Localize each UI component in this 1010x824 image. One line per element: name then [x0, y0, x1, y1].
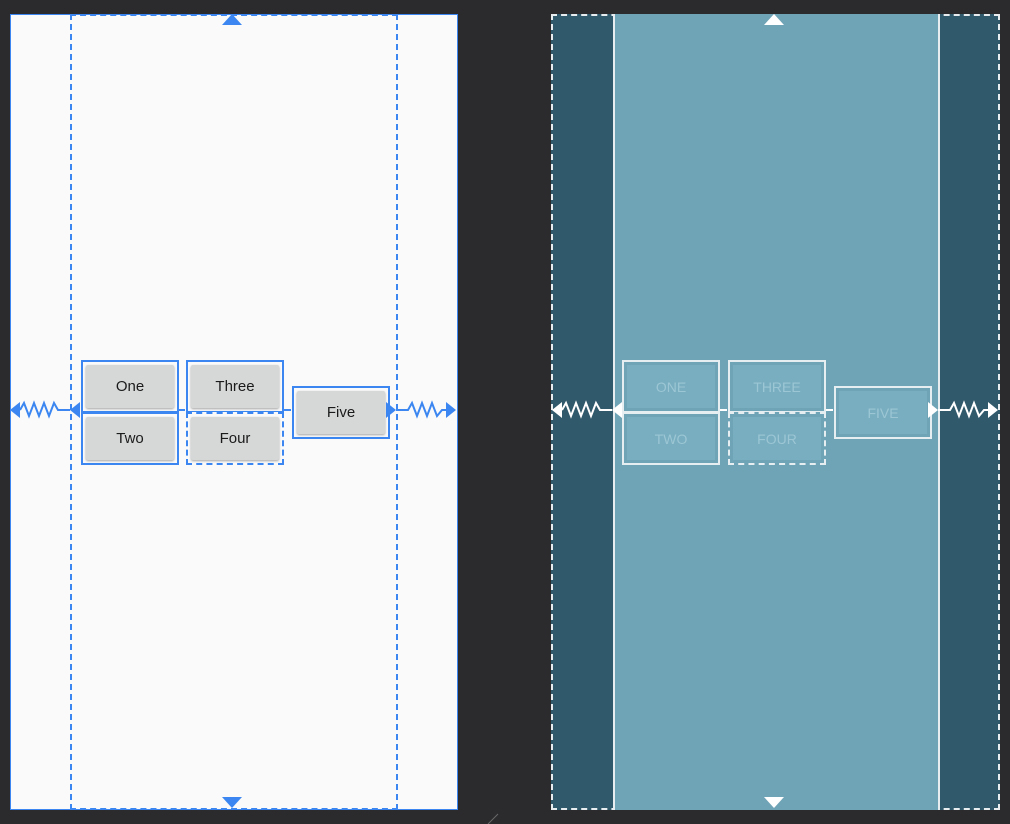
button-four[interactable]: Four	[191, 417, 279, 460]
button-two[interactable]: Two	[86, 417, 174, 460]
blueprint-button-three[interactable]: THREE	[733, 365, 821, 408]
blueprint-button-two-frame[interactable]: TWO	[622, 412, 720, 465]
button-five-frame[interactable]: Five	[292, 386, 390, 439]
blueprint-button-two[interactable]: TWO	[627, 417, 715, 460]
button-three[interactable]: Three	[191, 365, 279, 408]
button-three-frame[interactable]: Three	[186, 360, 284, 413]
button-one-frame[interactable]: One	[81, 360, 179, 413]
design-view-surface[interactable]: One Two Three Four Five	[10, 14, 458, 810]
blueprint-button-five-frame[interactable]: FIVE	[834, 386, 932, 439]
blueprint-button-five[interactable]: FIVE	[839, 391, 927, 434]
button-one[interactable]: One	[86, 365, 174, 408]
blueprint-button-one-frame[interactable]: ONE	[622, 360, 720, 413]
button-two-frame[interactable]: Two	[81, 412, 179, 465]
blueprint-button-four-frame[interactable]: FOUR	[728, 412, 826, 465]
button-five[interactable]: Five	[297, 391, 385, 434]
button-four-frame[interactable]: Four	[186, 412, 284, 465]
blueprint-button-three-frame[interactable]: THREE	[728, 360, 826, 413]
blueprint-button-one[interactable]: ONE	[627, 365, 715, 408]
resize-corner-icon[interactable]	[486, 812, 500, 824]
blueprint-view-surface[interactable]: ONE TWO THREE FOUR FIVE	[551, 14, 1000, 810]
layout-editor-canvas: One Two Three Four Five ONE TWO THREE FO…	[0, 0, 1010, 824]
blueprint-button-four[interactable]: FOUR	[733, 417, 821, 460]
